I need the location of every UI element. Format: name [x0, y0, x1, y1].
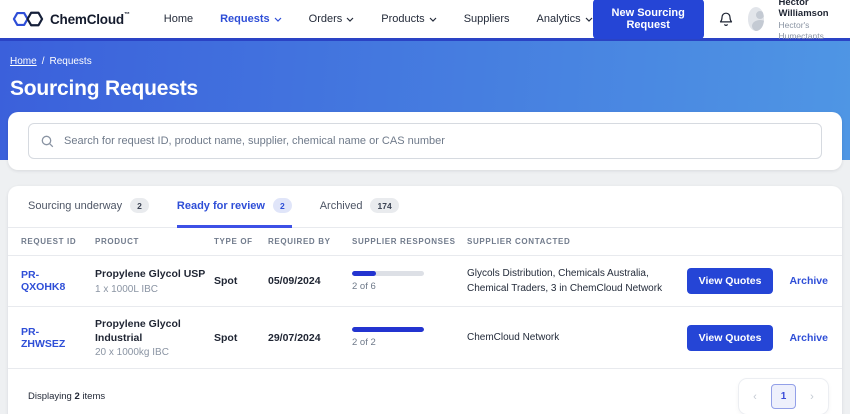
nav-item-products[interactable]: Products [381, 13, 436, 25]
tab-count-badge: 2 [130, 198, 149, 213]
brand-name: ChemCloud™ [50, 12, 130, 27]
product-cell: Propylene Glycol USP 1 x 1000L IBC [95, 267, 214, 294]
page-title: Sourcing Requests [10, 77, 850, 101]
search-input[interactable] [64, 135, 809, 147]
required-by-date: 29/07/2024 [268, 332, 352, 344]
column-header-request-id: Request ID [21, 237, 95, 246]
search-box[interactable] [28, 123, 822, 159]
tab-count-badge: 174 [370, 198, 398, 213]
tab-bar: Sourcing underway 2 Ready for review 2 A… [8, 186, 842, 228]
breadcrumb-current: Requests [49, 56, 91, 67]
table-header-row: Request ID Product Type of Required by S… [8, 228, 842, 256]
archive-link[interactable]: Archive [789, 332, 828, 344]
request-type: Spot [214, 332, 268, 344]
items-count-text: Displaying 2 items [28, 391, 105, 402]
row-actions: View Quotes Archive [703, 325, 828, 351]
request-id-link[interactable]: PR-ZHWSEZ [21, 326, 77, 350]
row-actions: View Quotes Archive [703, 268, 828, 294]
suppliers-contacted: ChemCloud Network [467, 330, 703, 345]
product-quantity: 20 x 1000kg IBC [95, 347, 214, 358]
column-header-supplier-responses: Supplier responses [352, 237, 467, 246]
user-meta: Hector Williamson Hector's Humectants [778, 0, 836, 42]
suppliers-contacted: Glycols Distribution, Chemicals Australi… [467, 266, 703, 296]
main-nav: Home Requests Orders Products Suppliers … [164, 13, 593, 25]
product-quantity: 1 x 1000L IBC [95, 284, 214, 295]
search-icon [41, 135, 54, 148]
pagination: ‹ 1 › [739, 379, 828, 414]
tab-ready-for-review[interactable]: Ready for review 2 [177, 186, 292, 228]
tab-count-badge: 2 [273, 198, 292, 213]
chevron-down-icon [585, 17, 593, 22]
product-name: Propylene Glycol Industrial [95, 317, 214, 345]
request-id-link[interactable]: PR-QXOHK8 [21, 269, 77, 293]
nav-item-analytics[interactable]: Analytics [537, 13, 593, 25]
notification-bell-icon[interactable] [718, 11, 734, 28]
product-cell: Propylene Glycol Industrial 20 x 1000kg … [95, 317, 214, 358]
next-page-icon[interactable]: › [801, 385, 823, 409]
nav-right: New Sourcing Request Hector Williamson H… [593, 0, 836, 42]
trademark: ™ [124, 12, 130, 18]
items-count: 2 [74, 391, 79, 402]
new-sourcing-request-button[interactable]: New Sourcing Request [593, 0, 704, 39]
supplier-responses-cell: 2 of 6 [352, 271, 467, 292]
response-progress-label: 2 of 2 [352, 337, 467, 348]
nav-item-orders[interactable]: Orders [309, 13, 355, 25]
breadcrumb-home-link[interactable]: Home [10, 56, 37, 67]
user-company: Hector's Humectants [778, 20, 836, 41]
nav-item-requests[interactable]: Requests [220, 13, 282, 25]
response-progress-label: 2 of 6 [352, 281, 467, 292]
table-row: PR-ZHWSEZ Propylene Glycol Industrial 20… [8, 307, 842, 369]
tab-archived[interactable]: Archived 174 [320, 186, 399, 228]
page-number-button[interactable]: 1 [771, 384, 796, 409]
chevron-down-icon [346, 17, 354, 22]
user-name: Hector Williamson [778, 0, 836, 20]
supplier-responses-cell: 2 of 2 [352, 327, 467, 348]
nav-item-suppliers[interactable]: Suppliers [464, 13, 510, 25]
breadcrumb: Home / Requests [10, 56, 850, 67]
search-card [8, 112, 842, 170]
requests-panel: Sourcing underway 2 Ready for review 2 A… [8, 186, 842, 414]
request-type: Spot [214, 275, 268, 287]
brand-logo[interactable]: ChemCloud™ [12, 9, 130, 29]
table-row: PR-QXOHK8 Propylene Glycol USP 1 x 1000L… [8, 256, 842, 307]
chevron-down-icon [429, 17, 437, 22]
breadcrumb-separator: / [42, 56, 45, 67]
product-name: Propylene Glycol USP [95, 267, 214, 281]
chemcloud-hexagons-icon [12, 9, 44, 29]
column-header-product: Product [95, 237, 214, 246]
response-progress-bar [352, 327, 424, 332]
column-header-required-by: Required by [268, 237, 352, 246]
table-footer: Displaying 2 items ‹ 1 › [8, 369, 842, 414]
response-progress-bar [352, 271, 424, 276]
chevron-down-icon [274, 17, 282, 22]
user-avatar[interactable] [748, 7, 765, 31]
view-quotes-button[interactable]: View Quotes [687, 268, 774, 294]
archive-link[interactable]: Archive [789, 275, 828, 287]
previous-page-icon[interactable]: ‹ [744, 385, 766, 409]
tab-sourcing-underway[interactable]: Sourcing underway 2 [28, 186, 149, 228]
column-header-supplier-contacted: Supplier contacted [467, 237, 703, 246]
nav-item-home[interactable]: Home [164, 13, 193, 25]
required-by-date: 05/09/2024 [268, 275, 352, 287]
column-header-type: Type of [214, 237, 268, 246]
view-quotes-button[interactable]: View Quotes [687, 325, 774, 351]
top-nav: ChemCloud™ Home Requests Orders Products… [0, 0, 850, 38]
